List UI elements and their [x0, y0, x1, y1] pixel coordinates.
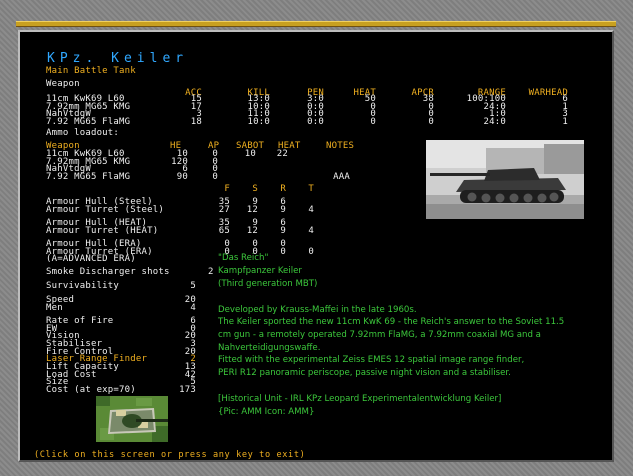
weapons-heading: Weapon — [46, 79, 80, 89]
armour-col-header: S — [252, 184, 258, 194]
description-line: Nahverteidigungswaffe. — [218, 343, 321, 353]
weapon-stat: 18 — [190, 116, 202, 127]
unit-icon — [96, 396, 168, 442]
title-bar-accent — [16, 21, 616, 27]
smoke-label: Smoke Discharger shots — [46, 267, 170, 277]
armour-value: 12 — [246, 205, 258, 215]
unit-role: Main Battle Tank — [46, 66, 136, 76]
description-line: (Third generation MBT) — [218, 279, 318, 289]
description-line: Fitted with the experimental Zeiss EMES … — [218, 355, 525, 365]
stat-value: 173 — [179, 385, 196, 395]
armour-col-header: F — [224, 184, 230, 194]
unit-info-screen[interactable]: KPz. Keiler Main Battle Tank Weapon ACC K… — [18, 30, 614, 462]
weapon-stat: 10:0 — [247, 116, 270, 127]
armour-value: 65 — [218, 226, 230, 236]
ammo-weapon-name: 7.92 MG65 FlaMG — [46, 171, 131, 182]
stat-label: Cost (at exp=70) — [46, 385, 136, 395]
armour-col-header: R — [280, 184, 286, 194]
survivability-label: Survivability — [46, 281, 120, 291]
armour-note: (A=ADVANCED ERA) — [46, 254, 136, 264]
ammo-count: 90 — [176, 171, 188, 182]
description-line: "Das Reich" — [218, 253, 269, 263]
armour-value: 9 — [280, 205, 286, 215]
weapon-stat: 0 — [428, 116, 434, 127]
description-line: Kampfpanzer Keiler — [218, 266, 302, 276]
ammo-col-header: NOTES — [326, 141, 355, 151]
armour-value: 4 — [308, 226, 314, 236]
armour-value: 12 — [246, 226, 258, 236]
stat-value: 4 — [190, 303, 196, 313]
smoke-value: 2 — [208, 267, 214, 277]
description-line: PERI R12 panoramic periscope, passive ni… — [218, 368, 511, 378]
armour-label: Armour Turret (Steel) — [46, 205, 164, 215]
weapon-stat: 0 — [370, 116, 376, 127]
description-line: [Historical Unit - IRL KPz Leopard Exper… — [218, 394, 502, 404]
weapon-stat: 24:0 — [483, 116, 506, 127]
armour-value: 0 — [308, 247, 314, 257]
stat-label: Men — [46, 303, 63, 313]
ammo-title: Ammo loadout: — [46, 128, 120, 138]
ammo-count: 22 — [276, 149, 288, 159]
unit-name: KPz. Keiler — [47, 51, 189, 66]
armour-col-header: T — [308, 184, 314, 194]
ammo-count: 10 — [244, 149, 256, 159]
description-line: {Pic: AMM Icon: AMM} — [218, 407, 315, 417]
description-line: cm gun - a remotely operated 7.92mm FlaM… — [218, 330, 541, 340]
window-frame: KPz. Keiler Main Battle Tank Weapon ACC K… — [0, 0, 633, 476]
exit-hint[interactable]: (Click on this screen or press any key t… — [34, 450, 305, 460]
survivability-value: 5 — [190, 281, 196, 291]
armour-value: 9 — [280, 226, 286, 236]
armour-label: Armour Turret (HEAT) — [46, 226, 159, 236]
armour-value: 27 — [218, 205, 230, 215]
description-line: Developed by Krauss-Maffei in the late 1… — [218, 305, 417, 315]
armour-value: 0 — [280, 247, 286, 257]
ammo-count: AAA — [333, 171, 350, 182]
tank-photo — [426, 140, 584, 219]
weapon-name: 7.92 MG65 FlaMG — [46, 116, 131, 127]
description-line: The Keiler sported the new 11cm KwK 69 -… — [218, 317, 565, 327]
weapon-stat: 1 — [562, 116, 568, 127]
ammo-count: 0 — [212, 171, 218, 182]
weapon-stat: 0:0 — [307, 116, 324, 127]
armour-value: 4 — [308, 205, 314, 215]
